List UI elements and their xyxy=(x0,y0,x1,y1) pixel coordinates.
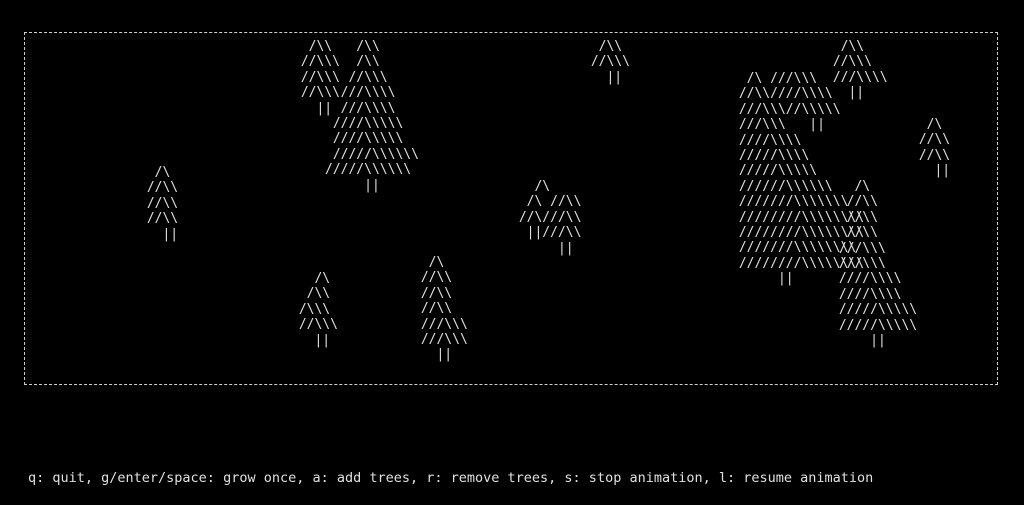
tree-7: /\ /\ //\\ //\///\\ ||///\\ || xyxy=(518,179,582,256)
tree-3: /\\ //\\\ || xyxy=(590,39,630,85)
tree-5: /\ /\\ /\\\ //\\\ || xyxy=(298,271,338,348)
keyboard-help-bar: q: quit, g/enter/space: grow once, a: ad… xyxy=(28,470,874,486)
tree-4: /\ //\\ //\\ //\\ || xyxy=(146,165,179,242)
tree-2: /\\ /\\ //\\\ ///\\\\ ///\\\\ ////\\\\\ … xyxy=(325,39,419,193)
tree-6: /\ //\\ //\\ //\\ ///\\\ ///\\\ || xyxy=(420,255,468,363)
forest-canvas: /\\ //\\\ //\\\ //\\\ || /\\ /\\ //\\\ /… xyxy=(24,32,998,385)
terminal-window: /\\ //\\\ //\\\ //\\\ || /\\ /\\ //\\\ /… xyxy=(0,0,1024,505)
tree-10: /\ //\\ //\\ //\\ ///\\\ ///\\\ ////\\\\… xyxy=(838,179,918,349)
tree-11: /\ //\\ //\\ || xyxy=(918,117,951,179)
